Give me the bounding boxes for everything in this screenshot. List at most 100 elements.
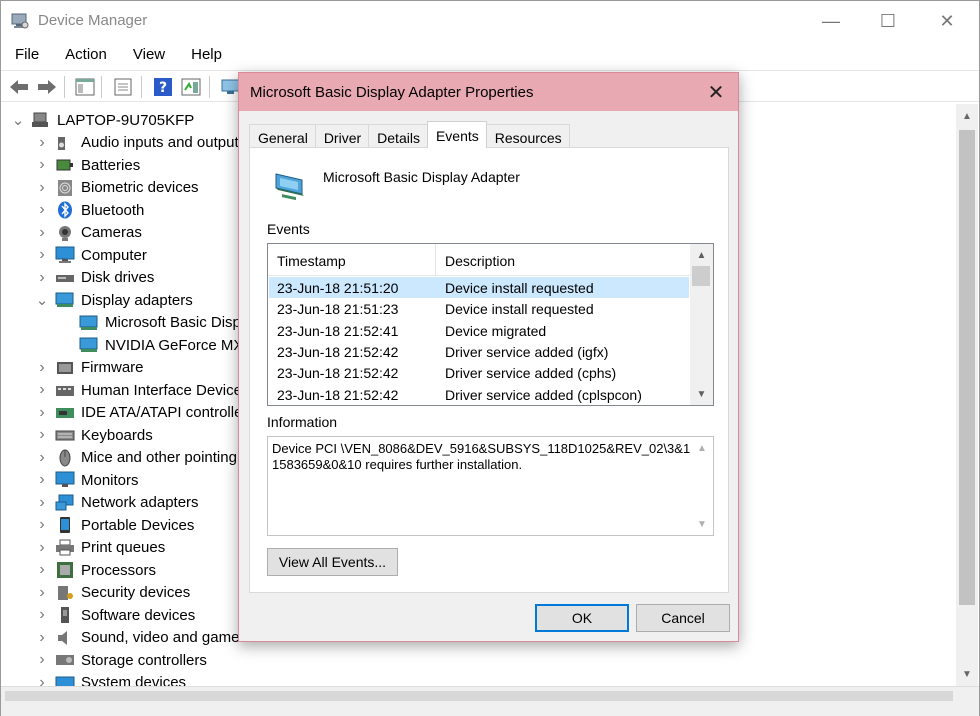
- tab-resources[interactable]: Resources: [485, 124, 570, 148]
- ok-button[interactable]: OK: [535, 604, 629, 632]
- toolbar-separator: [209, 76, 210, 98]
- action-pane-icon[interactable]: [179, 75, 203, 99]
- maximize-button[interactable]: ☐: [857, 1, 919, 41]
- scroll-down-arrow-icon[interactable]: ▼: [690, 384, 713, 404]
- title-bar[interactable]: Device Manager — ☐ ✕: [1, 1, 979, 41]
- dialog-close-button[interactable]: ✕: [701, 79, 731, 105]
- chevron-right-icon[interactable]: ›: [35, 402, 49, 424]
- tab-events[interactable]: Events: [426, 121, 487, 148]
- menu-file[interactable]: File: [1, 43, 51, 69]
- chevron-down-icon[interactable]: ⌄: [35, 289, 49, 311]
- svg-text:?: ?: [159, 80, 167, 96]
- chevron-right-icon[interactable]: ›: [35, 492, 49, 514]
- information-scrollbar[interactable]: ▲ ▼: [691, 437, 713, 535]
- minimize-button[interactable]: —: [800, 1, 862, 41]
- chevron-right-icon[interactable]: ›: [35, 177, 49, 199]
- back-arrow-icon[interactable]: [7, 75, 31, 99]
- tree-item-category[interactable]: ⌄ Display adapters: [35, 289, 193, 311]
- tree-item-category[interactable]: › Print queues: [35, 537, 165, 559]
- event-timestamp: 23-Jun-18 21:52:42: [277, 343, 399, 360]
- tree-item-category[interactable]: › IDE ATA/ATAPI controllers: [35, 402, 255, 424]
- chevron-right-icon[interactable]: ›: [35, 132, 49, 154]
- menu-action[interactable]: Action: [51, 43, 119, 69]
- tree-item-category[interactable]: › System devices: [35, 672, 186, 687]
- scrollbar-thumb[interactable]: [692, 266, 710, 286]
- menu-view[interactable]: View: [119, 43, 177, 69]
- scroll-down-arrow-icon[interactable]: ▼: [956, 664, 978, 684]
- event-row[interactable]: 23-Jun-18 21:51:20 Device install request…: [269, 277, 689, 298]
- tree-item-category[interactable]: › Keyboards: [35, 424, 152, 446]
- tab-details[interactable]: Details: [368, 124, 428, 148]
- tree-item-category[interactable]: › Security devices: [35, 582, 190, 604]
- events-list[interactable]: Timestamp Description 23-Jun-18 21:51:20…: [267, 243, 714, 406]
- column-header-description[interactable]: Description: [436, 244, 690, 276]
- chevron-right-icon[interactable]: ›: [35, 649, 49, 671]
- chevron-right-icon[interactable]: ›: [35, 469, 49, 491]
- tree-item-category[interactable]: › Processors: [35, 559, 156, 581]
- chevron-down-icon[interactable]: ⌄: [11, 109, 25, 131]
- tree-item-category[interactable]: › Network adapters: [35, 492, 198, 514]
- chevron-right-icon[interactable]: ›: [35, 604, 49, 626]
- tree-item-category[interactable]: › Cameras: [35, 222, 142, 244]
- chevron-right-icon[interactable]: ›: [35, 514, 49, 536]
- information-box[interactable]: Device PCI \VEN_8086&DEV_5916&SUBSYS_118…: [267, 436, 714, 536]
- tree-item-category[interactable]: › Audio inputs and outputs: [35, 132, 246, 154]
- properties-icon[interactable]: [111, 75, 135, 99]
- scrollbar-thumb[interactable]: [5, 691, 953, 701]
- chevron-right-icon[interactable]: ›: [35, 222, 49, 244]
- tree-root-computer[interactable]: ⌄ LAPTOP-9U705KFP: [11, 109, 195, 131]
- tree-item-category[interactable]: › Monitors: [35, 469, 138, 491]
- menu-help[interactable]: Help: [177, 43, 234, 69]
- printer-icon: [55, 539, 75, 557]
- tree-vertical-scrollbar[interactable]: ▲ ▼: [956, 104, 978, 686]
- chevron-right-icon[interactable]: ›: [35, 537, 49, 559]
- event-row[interactable]: 23-Jun-18 21:52:42 Driver service added (…: [269, 384, 689, 405]
- dialog-title-bar[interactable]: Microsoft Basic Display Adapter Properti…: [239, 73, 738, 111]
- scroll-down-arrow-icon[interactable]: ▼: [691, 515, 713, 533]
- chevron-right-icon[interactable]: ›: [35, 627, 49, 649]
- tree-item-category[interactable]: › Disk drives: [35, 267, 154, 289]
- chevron-right-icon[interactable]: ›: [35, 582, 49, 604]
- chevron-right-icon[interactable]: ›: [35, 424, 49, 446]
- view-all-events-button[interactable]: View All Events...: [267, 548, 398, 576]
- event-row[interactable]: 23-Jun-18 21:52:41 Device migrated: [269, 320, 689, 341]
- events-scrollbar[interactable]: ▲ ▼: [690, 244, 713, 405]
- chevron-right-icon[interactable]: ›: [35, 357, 49, 379]
- scroll-up-arrow-icon[interactable]: ▲: [690, 245, 713, 265]
- chevron-right-icon[interactable]: ›: [35, 447, 49, 469]
- event-row[interactable]: 23-Jun-18 21:51:23 Device install request…: [269, 298, 689, 319]
- tab-driver[interactable]: Driver: [314, 124, 370, 148]
- chevron-right-icon[interactable]: ›: [35, 244, 49, 266]
- chevron-right-icon[interactable]: ›: [35, 154, 49, 176]
- tree-item-category[interactable]: › Software devices: [35, 604, 195, 626]
- monitor-icon: [55, 471, 75, 489]
- chevron-right-icon[interactable]: ›: [35, 379, 49, 401]
- show-hide-console-tree-icon[interactable]: [73, 75, 97, 99]
- tree-item-label: LAPTOP-9U705KFP: [57, 111, 195, 129]
- tree-item-category[interactable]: › Storage controllers: [35, 649, 207, 671]
- cancel-button[interactable]: Cancel: [636, 604, 730, 632]
- tree-item-category[interactable]: › Firmware: [35, 357, 143, 379]
- tree-item-category[interactable]: › Bluetooth: [35, 199, 144, 221]
- column-header-timestamp[interactable]: Timestamp: [268, 244, 436, 276]
- scrollbar-thumb[interactable]: [959, 130, 975, 605]
- tree-item-category[interactable]: › Portable Devices: [35, 514, 194, 536]
- event-row[interactable]: 23-Jun-18 21:52:42 Driver service added (…: [269, 362, 689, 383]
- tree-item-category[interactable]: › Human Interface Devices: [35, 379, 249, 401]
- chevron-right-icon[interactable]: ›: [35, 267, 49, 289]
- chevron-right-icon[interactable]: ›: [35, 559, 49, 581]
- tab-general[interactable]: General: [249, 124, 316, 148]
- scroll-up-arrow-icon[interactable]: ▲: [691, 439, 713, 457]
- chevron-right-icon[interactable]: ›: [35, 672, 49, 687]
- scroll-up-arrow-icon[interactable]: ▲: [956, 106, 978, 126]
- help-icon[interactable]: ?: [151, 75, 175, 99]
- tree-item-category[interactable]: › Batteries: [35, 154, 140, 176]
- event-row[interactable]: 23-Jun-18 21:52:42 Driver service added (…: [269, 341, 689, 362]
- tree-item-device[interactable]: NVIDIA GeForce MX150: [59, 334, 268, 356]
- tree-item-category[interactable]: › Biometric devices: [35, 177, 198, 199]
- chevron-right-icon[interactable]: ›: [35, 199, 49, 221]
- tree-item-category[interactable]: › Computer: [35, 244, 147, 266]
- tree-horizontal-scrollbar[interactable]: [1, 686, 979, 716]
- close-window-button[interactable]: ✕: [916, 1, 978, 41]
- forward-arrow-icon[interactable]: [35, 75, 59, 99]
